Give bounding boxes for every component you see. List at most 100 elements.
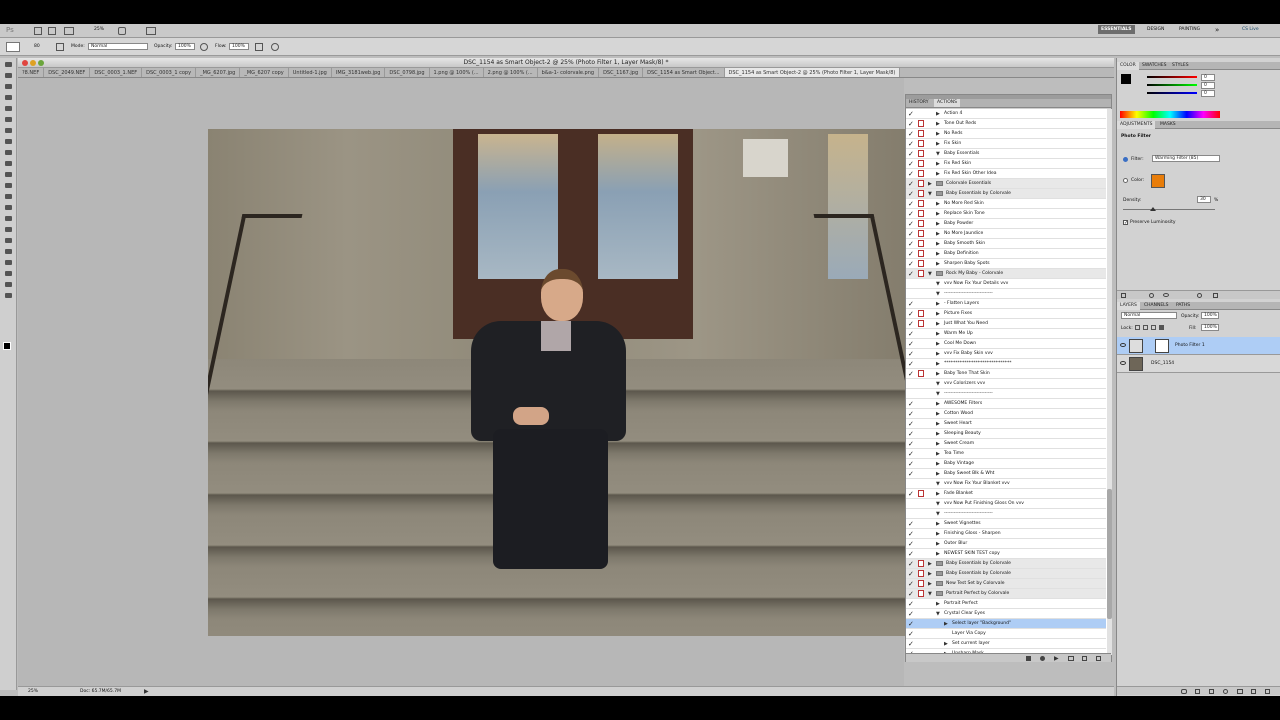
gradient-tool-icon[interactable] bbox=[2, 181, 15, 190]
expand-triangle-icon[interactable]: ▶ bbox=[936, 109, 940, 118]
collapse-triangle-icon[interactable]: ▼ bbox=[936, 609, 940, 618]
tab-history[interactable]: HISTORY bbox=[906, 99, 931, 107]
action-row[interactable]: ▼ ------------------------------ bbox=[906, 289, 1106, 299]
brush-tool-icon[interactable] bbox=[2, 137, 15, 146]
move-tool-icon[interactable] bbox=[2, 60, 15, 69]
action-row[interactable]: ✓ ▶ No More Red Skin bbox=[906, 199, 1106, 209]
toggle-item-checkmark-icon[interactable]: ✓ bbox=[908, 520, 915, 528]
workspace-essentials[interactable]: ESSENTIALS bbox=[1098, 25, 1135, 34]
eraser-tool-icon[interactable] bbox=[2, 170, 15, 179]
expand-triangle-icon[interactable]: ▶ bbox=[936, 129, 940, 138]
toggle-item-checkmark-icon[interactable]: ✓ bbox=[908, 530, 915, 538]
toggle-dialog-icon[interactable] bbox=[918, 200, 924, 207]
action-row[interactable]: ✓ ▶ Select layer "Background" bbox=[906, 619, 1106, 629]
expand-triangle-icon[interactable]: ▶ bbox=[936, 529, 940, 538]
density-slider[interactable] bbox=[1123, 209, 1215, 210]
tab-color[interactable]: COLOR bbox=[1117, 62, 1139, 70]
delete-icon[interactable] bbox=[1096, 656, 1101, 661]
cs-live-menu[interactable]: CS Live bbox=[1242, 27, 1259, 32]
new-adjustment-icon[interactable] bbox=[1223, 689, 1228, 694]
toggle-dialog-icon[interactable] bbox=[918, 250, 924, 257]
toggle-item-checkmark-icon[interactable]: ✓ bbox=[908, 200, 915, 208]
toggle-dialog-icon[interactable] bbox=[918, 370, 924, 377]
visibility-toggle-icon[interactable] bbox=[1163, 293, 1169, 297]
stop-recording-icon[interactable] bbox=[1026, 656, 1031, 661]
launch-bridge-icon[interactable] bbox=[34, 27, 42, 35]
color-g-field[interactable]: 0 bbox=[1201, 82, 1215, 89]
zoom-level[interactable]: 25% bbox=[94, 27, 104, 32]
toggle-item-checkmark-icon[interactable]: ✓ bbox=[908, 630, 915, 638]
expand-triangle-icon[interactable]: ▶ bbox=[928, 179, 932, 188]
toggle-dialog-icon[interactable] bbox=[918, 320, 924, 327]
toggle-item-checkmark-icon[interactable]: ✓ bbox=[908, 420, 915, 428]
return-to-list-icon[interactable] bbox=[1121, 293, 1126, 298]
layer-opacity-field[interactable]: 100% bbox=[1201, 312, 1219, 319]
action-row[interactable]: ✓ ▶ Portrait Perfect bbox=[906, 599, 1106, 609]
collapse-triangle-icon[interactable]: ▼ bbox=[936, 379, 940, 388]
history-brush-tool-icon[interactable] bbox=[2, 159, 15, 168]
toggle-item-checkmark-icon[interactable]: ✓ bbox=[908, 270, 915, 278]
expand-triangle-icon[interactable]: ▶ bbox=[936, 249, 940, 258]
action-row[interactable]: ▼ vvv Now Put Finishing Gloss On vvv bbox=[906, 499, 1106, 509]
tablet-pressure-size-icon[interactable] bbox=[271, 43, 279, 51]
lock-image-icon[interactable] bbox=[1143, 325, 1148, 330]
expand-triangle-icon[interactable]: ▶ bbox=[936, 359, 940, 368]
expand-triangle-icon[interactable]: ▶ bbox=[936, 119, 940, 128]
pen-tool-icon[interactable] bbox=[2, 214, 15, 223]
close-window-icon[interactable] bbox=[22, 60, 28, 66]
expand-triangle-icon[interactable]: ▶ bbox=[928, 579, 932, 588]
toggle-item-checkmark-icon[interactable]: ✓ bbox=[908, 150, 915, 158]
toggle-dialog-icon[interactable] bbox=[918, 120, 924, 127]
quick-selection-tool-icon[interactable] bbox=[2, 93, 15, 102]
action-set-row[interactable]: ✓ ▶ Baby Essentials by Colorvale bbox=[906, 569, 1106, 579]
toggle-dialog-icon[interactable] bbox=[918, 270, 924, 277]
toggle-item-checkmark-icon[interactable]: ✓ bbox=[908, 580, 915, 588]
toggle-dialog-icon[interactable] bbox=[918, 190, 924, 197]
toggle-dialog-icon[interactable] bbox=[918, 220, 924, 227]
toggle-dialog-icon[interactable] bbox=[918, 580, 924, 587]
toggle-item-checkmark-icon[interactable]: ✓ bbox=[908, 190, 915, 198]
action-set-row[interactable]: ✓ ▶ Baby Essentials by Colorvale bbox=[906, 559, 1106, 569]
collapse-triangle-icon[interactable]: ▼ bbox=[936, 499, 940, 508]
action-row[interactable]: ✓ ▶ No Reds bbox=[906, 129, 1106, 139]
action-row[interactable]: ✓ ▶ Picture Fixes bbox=[906, 309, 1106, 319]
action-row[interactable]: ✓ ▶ Replace Skin Tone bbox=[906, 209, 1106, 219]
expand-triangle-icon[interactable]: ▶ bbox=[936, 169, 940, 178]
delete-layer-icon[interactable] bbox=[1265, 689, 1270, 694]
flow-field[interactable]: 100% bbox=[229, 43, 249, 50]
toggle-dialog-icon[interactable] bbox=[918, 560, 924, 567]
3d-orbit-tool-icon[interactable] bbox=[2, 269, 15, 278]
expand-triangle-icon[interactable]: ▶ bbox=[944, 639, 948, 648]
toggle-item-checkmark-icon[interactable]: ✓ bbox=[908, 560, 915, 568]
blur-tool-icon[interactable] bbox=[2, 192, 15, 201]
expand-triangle-icon[interactable]: ▶ bbox=[936, 459, 940, 468]
expand-triangle-icon[interactable]: ▶ bbox=[936, 329, 940, 338]
eyedropper-tool-icon[interactable] bbox=[2, 115, 15, 124]
tab-document[interactable]: DSC_1154 as Smart Object-2 @ 25% (Photo … bbox=[724, 68, 901, 77]
color-slider-b[interactable] bbox=[1147, 92, 1197, 94]
toggle-item-checkmark-icon[interactable]: ✓ bbox=[908, 240, 915, 248]
delete-adjustment-icon[interactable] bbox=[1213, 293, 1218, 298]
action-set-row[interactable]: ✓ ▼ Rock My Baby - Colorvale bbox=[906, 269, 1106, 279]
tab-document[interactable]: DSC_0003_1.NEF bbox=[90, 68, 143, 77]
tab-document[interactable]: _MG_6207.jpg bbox=[196, 68, 241, 77]
action-row[interactable]: ✓ ▶ Baby Smooth Skin bbox=[906, 239, 1106, 249]
hand-tool-icon[interactable] bbox=[2, 280, 15, 289]
expand-triangle-icon[interactable]: ▶ bbox=[936, 439, 940, 448]
toggle-item-checkmark-icon[interactable]: ✓ bbox=[908, 430, 915, 438]
expand-triangle-icon[interactable]: ▶ bbox=[936, 349, 940, 358]
action-row[interactable]: ✓ ▶ Set current layer bbox=[906, 639, 1106, 649]
expand-triangle-icon[interactable]: ▶ bbox=[936, 429, 940, 438]
action-row[interactable]: ✓ ▶ Fix Red Skin Other Idea bbox=[906, 169, 1106, 179]
expand-triangle-icon[interactable]: ▶ bbox=[936, 259, 940, 268]
toggle-item-checkmark-icon[interactable]: ✓ bbox=[908, 340, 915, 348]
eye-icon[interactable] bbox=[1120, 361, 1126, 365]
lock-transparent-icon[interactable] bbox=[1135, 325, 1140, 330]
tab-document[interactable]: DSC_0003_1 copy bbox=[142, 68, 197, 77]
action-row[interactable]: ✓ ▶ Baby Powder bbox=[906, 219, 1106, 229]
expand-triangle-icon[interactable]: ▶ bbox=[936, 199, 940, 208]
lock-position-icon[interactable] bbox=[1151, 325, 1156, 330]
hand-tool-icon[interactable] bbox=[118, 27, 126, 35]
toggle-dialog-icon[interactable] bbox=[918, 490, 924, 497]
collapse-triangle-icon[interactable]: ▼ bbox=[928, 189, 932, 198]
